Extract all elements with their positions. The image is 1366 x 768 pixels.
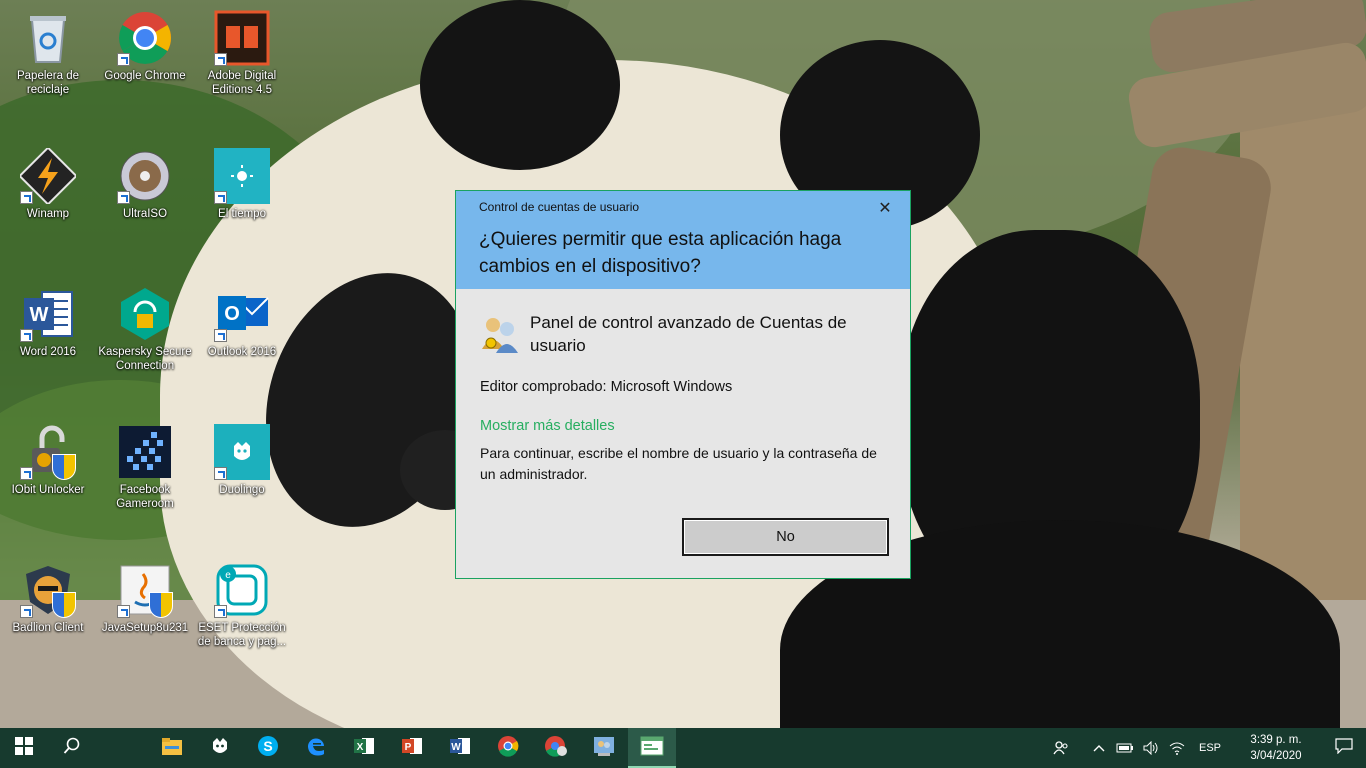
svg-text:S: S xyxy=(263,738,272,754)
taskbar-powerpoint[interactable]: P xyxy=(388,728,436,768)
notification-center-button[interactable] xyxy=(1322,728,1366,768)
desktop-icon-recycle-bin[interactable]: Papelera de reciclaje xyxy=(0,4,96,97)
taskbar-file-explorer[interactable] xyxy=(148,728,196,768)
desktop-icon-badlion[interactable]: Badlion Client xyxy=(0,556,96,635)
start-icon xyxy=(15,737,33,759)
word-icon: W xyxy=(20,286,76,342)
language-indicator[interactable]: ESP xyxy=(1190,742,1230,754)
duolingo-icon xyxy=(214,424,270,480)
desktop-icon-eset[interactable]: e ESET Protección de banca y pag... xyxy=(194,556,290,649)
uac-app-name: Panel de control avanzado de Cuentas de … xyxy=(530,313,847,355)
eset-icon: e xyxy=(214,562,270,618)
chrome-icon xyxy=(497,735,519,761)
taskbar-skype[interactable]: S xyxy=(244,728,292,768)
taskbar-word[interactable]: W xyxy=(436,728,484,768)
badlion-icon xyxy=(20,562,76,618)
uac-publisher: Editor comprobado: Microsoft Windows xyxy=(480,379,733,395)
uac-app-row: Panel de control avanzado de Cuentas de … xyxy=(480,311,886,357)
desktop-icon-duolingo[interactable]: Duolingo xyxy=(194,418,290,497)
user-accounts-icon xyxy=(480,313,520,357)
desktop-icon-adobe-digital-editions[interactable]: Adobe Digital Editions 4.5 xyxy=(194,4,290,97)
duolingo-icon xyxy=(209,735,231,761)
desktop-icon-word[interactable]: W Word 2016 xyxy=(0,280,96,359)
taskbar-excel[interactable]: X xyxy=(340,728,388,768)
uac-question: ¿Quieres permitir que esta aplicación ha… xyxy=(479,229,842,277)
taskbar-duolingo[interactable] xyxy=(196,728,244,768)
desktop-icon-iobit-unlocker[interactable]: IObit Unlocker xyxy=(0,418,96,497)
search-icon xyxy=(63,737,81,759)
clock-date: 3/04/2020 xyxy=(1250,750,1302,762)
wifi-icon[interactable] xyxy=(1164,728,1190,768)
kaspersky-icon xyxy=(117,286,173,342)
powerpoint-icon: P xyxy=(401,735,423,761)
iobit-unlocker-icon xyxy=(20,424,76,480)
excel-icon: X xyxy=(353,735,375,761)
svg-text:O: O xyxy=(224,303,240,325)
java-setup-icon xyxy=(117,562,173,618)
people-icon[interactable] xyxy=(1048,728,1074,768)
skype-icon: S xyxy=(257,735,279,761)
volume-icon[interactable] xyxy=(1138,728,1164,768)
taskbar-chrome[interactable] xyxy=(484,728,532,768)
svg-text:W: W xyxy=(451,742,461,753)
uac-header: Control de cuentas de usuario ✕ ¿Quieres… xyxy=(456,191,910,289)
svg-text:W: W xyxy=(30,304,49,326)
word-icon: W xyxy=(449,735,471,761)
edge-icon xyxy=(305,735,327,761)
start-button[interactable] xyxy=(0,728,48,768)
taskbar-chrome-profile[interactable] xyxy=(532,728,580,768)
show-details-link[interactable]: Mostrar más detalles xyxy=(480,418,615,434)
taskbar: S X P W ESP 3:39 p. m. 3/04/2020 xyxy=(0,728,1366,768)
taskbar-clock[interactable]: 3:39 p. m. 3/04/2020 xyxy=(1230,732,1322,764)
taskbar-edge[interactable] xyxy=(292,728,340,768)
adobe-digital-editions-icon xyxy=(214,10,270,66)
search-button[interactable] xyxy=(48,728,96,768)
desktop-icon-weather[interactable]: El tiempo xyxy=(194,142,290,221)
clock-time: 3:39 p. m. xyxy=(1250,734,1302,746)
recycle-bin-icon xyxy=(20,10,76,66)
taskbar-user-accounts[interactable] xyxy=(580,728,628,768)
uac-dialog: Control de cuentas de usuario ✕ ¿Quieres… xyxy=(455,190,911,579)
desktop-icon-chrome[interactable]: Google Chrome xyxy=(97,4,193,83)
close-icon[interactable]: ✕ xyxy=(874,197,896,219)
desktop-icon-java-setup[interactable]: JavaSetup8u231 xyxy=(97,556,193,635)
taskbar-uac-window[interactable] xyxy=(628,728,676,768)
battery-icon[interactable] xyxy=(1112,728,1138,768)
desktop-icon-outlook[interactable]: O Outlook 2016 xyxy=(194,280,290,359)
outlook-icon: O xyxy=(214,286,270,342)
svg-text:P: P xyxy=(405,742,412,753)
facebook-gameroom-icon xyxy=(117,424,173,480)
no-button[interactable]: No xyxy=(682,518,889,556)
uac-window-icon xyxy=(640,736,664,760)
file-explorer-icon xyxy=(161,736,183,760)
chrome-profile-icon xyxy=(544,735,568,761)
desktop-icon-ultraiso[interactable]: UltraISO xyxy=(97,142,193,221)
notification-icon xyxy=(1335,738,1353,758)
chevron-up-icon[interactable] xyxy=(1086,728,1112,768)
ultraiso-icon xyxy=(117,148,173,204)
weather-icon xyxy=(214,148,270,204)
chrome-icon xyxy=(117,10,173,66)
uac-title: Control de cuentas de usuario xyxy=(479,200,640,214)
winamp-icon xyxy=(18,146,78,206)
uac-body: Panel de control avanzado de Cuentas de … xyxy=(456,289,910,579)
desktop-icon-facebook-gameroom[interactable]: Facebook Gameroom xyxy=(97,418,193,511)
desktop-icon-winamp[interactable]: Winamp xyxy=(0,142,96,221)
desktop-icon-kaspersky[interactable]: Kaspersky Secure Connection xyxy=(97,280,193,373)
system-tray: ESP 3:39 p. m. 3/04/2020 xyxy=(1048,728,1366,768)
svg-text:X: X xyxy=(357,742,364,753)
uac-prompt: Para continuar, escribe el nombre de usu… xyxy=(480,445,877,482)
svg-text:e: e xyxy=(225,570,231,581)
user-accounts-icon xyxy=(592,735,616,761)
